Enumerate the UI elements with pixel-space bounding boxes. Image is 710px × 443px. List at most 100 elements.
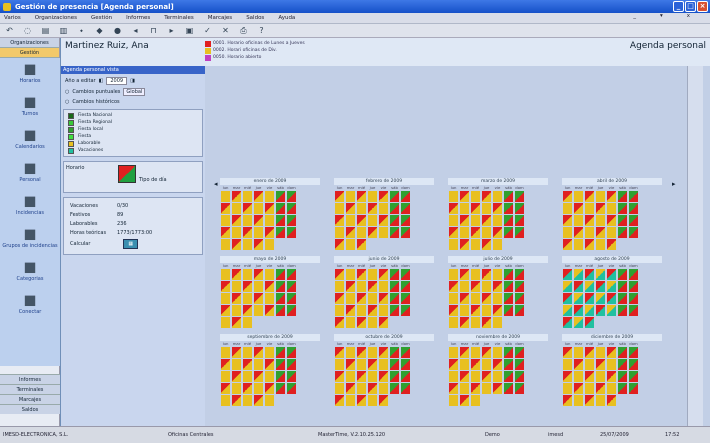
day-cell[interactable] [482, 227, 491, 238]
day-cell[interactable] [596, 293, 605, 304]
day-cell[interactable] [287, 347, 296, 358]
day-cell[interactable] [357, 269, 366, 280]
day-cell[interactable] [449, 203, 458, 214]
day-cell[interactable] [585, 215, 594, 226]
day-cell[interactable] [265, 293, 274, 304]
day-cell[interactable] [574, 293, 583, 304]
prev-year-button[interactable]: ◧ [99, 78, 104, 84]
day-cell[interactable] [368, 227, 377, 238]
day-cell[interactable] [357, 305, 366, 316]
day-cell[interactable] [493, 383, 502, 394]
toolbar-button-12[interactable]: ✓ [202, 25, 213, 36]
day-cell[interactable] [460, 347, 469, 358]
day-cell[interactable] [471, 269, 480, 280]
day-cell[interactable] [563, 317, 572, 328]
day-cell[interactable] [346, 239, 355, 250]
day-cell[interactable] [482, 371, 491, 382]
day-cell[interactable] [471, 281, 480, 292]
day-cell[interactable] [493, 269, 502, 280]
day-cell[interactable] [607, 227, 616, 238]
day-cell[interactable] [265, 215, 274, 226]
day-cell[interactable] [629, 347, 638, 358]
nav-conectar[interactable]: ◼ Conectar [0, 289, 60, 322]
day-cell[interactable] [607, 203, 616, 214]
day-cell[interactable] [243, 359, 252, 370]
day-cell[interactable] [254, 293, 263, 304]
day-cell[interactable] [276, 203, 285, 214]
day-cell[interactable] [563, 239, 572, 250]
tab-organizaciones[interactable]: Organizaciones [0, 38, 59, 48]
day-cell[interactable] [287, 371, 296, 382]
day-cell[interactable] [574, 359, 583, 370]
day-cell[interactable] [471, 383, 480, 394]
day-cell[interactable] [368, 203, 377, 214]
day-cell[interactable] [563, 269, 572, 280]
day-cell[interactable] [335, 371, 344, 382]
day-cell[interactable] [596, 347, 605, 358]
day-cell[interactable] [265, 203, 274, 214]
day-cell[interactable] [221, 383, 230, 394]
global-checkbox[interactable]: Global [123, 88, 146, 96]
bottom-nav-saldos[interactable]: Saldos [0, 404, 60, 414]
day-cell[interactable] [449, 281, 458, 292]
day-cell[interactable] [379, 227, 388, 238]
day-cell[interactable] [221, 359, 230, 370]
day-cell[interactable] [368, 371, 377, 382]
day-cell[interactable] [390, 215, 399, 226]
day-cell[interactable] [276, 215, 285, 226]
day-cell[interactable] [574, 191, 583, 202]
day-cell[interactable] [596, 383, 605, 394]
day-cell[interactable] [357, 203, 366, 214]
toolbar-button-2[interactable]: ◌ [22, 25, 33, 36]
nav-categorias[interactable]: ◼ Categorias [0, 256, 60, 289]
day-cell[interactable] [265, 359, 274, 370]
day-cell[interactable] [482, 317, 491, 328]
day-cell[interactable] [471, 305, 480, 316]
nav-personal[interactable]: ◼ Personal [0, 157, 60, 190]
toolbar-button-3[interactable]: ▤ [40, 25, 51, 36]
day-cell[interactable] [357, 239, 366, 250]
day-cell[interactable] [265, 227, 274, 238]
bottom-nav-marcajes[interactable]: Marcajes [0, 394, 60, 404]
day-cell[interactable] [221, 395, 230, 406]
day-cell[interactable] [368, 305, 377, 316]
day-cell[interactable] [574, 305, 583, 316]
day-cell[interactable] [482, 191, 491, 202]
day-cell[interactable] [449, 317, 458, 328]
day-cell[interactable] [254, 227, 263, 238]
day-cell[interactable] [232, 359, 241, 370]
day-cell[interactable] [379, 203, 388, 214]
close-button[interactable]: × [697, 1, 708, 12]
day-cell[interactable] [563, 203, 572, 214]
day-cell[interactable] [379, 317, 388, 328]
day-cell[interactable] [618, 293, 627, 304]
day-cell[interactable] [629, 383, 638, 394]
day-cell[interactable] [574, 383, 583, 394]
toolbar-button-11[interactable]: ▣ [184, 25, 195, 36]
day-cell[interactable] [504, 215, 513, 226]
day-cell[interactable] [390, 203, 399, 214]
day-cell[interactable] [618, 227, 627, 238]
day-cell[interactable] [629, 359, 638, 370]
day-cell[interactable] [585, 359, 594, 370]
day-cell[interactable] [379, 383, 388, 394]
toolbar-button-6[interactable]: ◆ [94, 25, 105, 36]
day-cell[interactable] [401, 383, 410, 394]
toolbar-button-14[interactable]: ⎙ [238, 25, 249, 36]
day-cell[interactable] [357, 281, 366, 292]
day-cell[interactable] [618, 269, 627, 280]
day-cell[interactable] [232, 227, 241, 238]
day-cell[interactable] [596, 269, 605, 280]
day-cell[interactable] [618, 215, 627, 226]
scrollbar[interactable] [687, 66, 703, 426]
nav-horarios[interactable]: ◼ Horarios [0, 58, 60, 91]
day-cell[interactable] [493, 371, 502, 382]
day-cell[interactable] [243, 281, 252, 292]
day-cell[interactable] [585, 383, 594, 394]
day-cell[interactable] [276, 191, 285, 202]
day-cell[interactable] [460, 191, 469, 202]
day-cell[interactable] [276, 347, 285, 358]
day-cell[interactable] [574, 269, 583, 280]
day-cell[interactable] [401, 203, 410, 214]
day-cell[interactable] [563, 305, 572, 316]
